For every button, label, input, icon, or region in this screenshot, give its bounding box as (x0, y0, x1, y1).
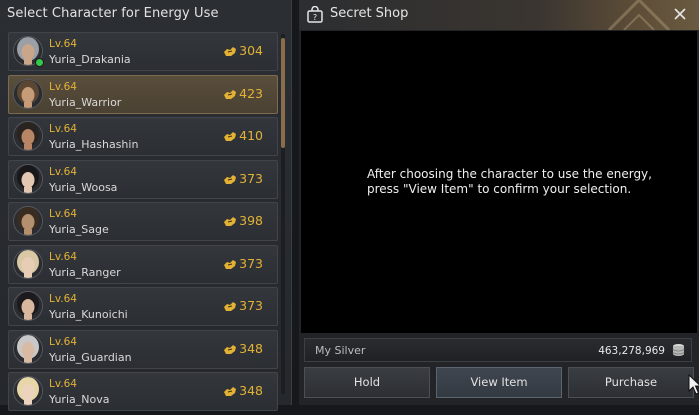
energy-hand-icon (224, 89, 236, 99)
character-level: Lv.64 (49, 335, 77, 348)
character-name: Yuria_Nova (49, 393, 110, 406)
energy-hand-icon (224, 47, 236, 56)
character-level: Lv.64 (49, 378, 77, 390)
character-name: Yuria_Kunoichi (49, 308, 128, 321)
character-name: Yuria_Ranger (49, 265, 121, 279)
shop-content-area: After choosing the character to use the … (301, 31, 697, 333)
character-row-5[interactable]: Lv.64 Yuria_Sage 398 (8, 202, 278, 241)
character-name: Yuria_Drakania (49, 53, 131, 66)
character-name: Yuria_Woosa (49, 180, 118, 194)
energy-hand-icon (224, 259, 236, 269)
window-header: ? Secret Shop (299, 0, 699, 30)
energy-value: 423 (239, 85, 263, 101)
shop-bag-icon: ? (307, 6, 323, 23)
character-level: Lv.64 (49, 165, 77, 178)
character-list: Lv.64 Yuria_Drakania 304 Lv.64 Yuria_War… (8, 32, 278, 415)
scroll-thumb[interactable] (281, 38, 285, 148)
character-portrait (14, 79, 42, 108)
silver-coin-stack-icon (672, 344, 685, 356)
panel-title: Select Character for Energy Use (7, 6, 219, 21)
energy-hand-icon (224, 174, 236, 184)
character-level: Lv.64 (49, 123, 77, 135)
character-level: Lv.64 (49, 80, 77, 93)
character-name: Yuria_Warrior (49, 95, 122, 109)
energy-hand-icon (224, 217, 236, 226)
purchase-button[interactable]: Purchase (568, 367, 694, 398)
secret-shop-window: ? Secret Shop After choosing the charact… (299, 0, 699, 405)
energy-value: 373 (239, 255, 263, 271)
character-row-6[interactable]: Lv.64 Yuria_Ranger 373 (8, 244, 278, 284)
character-portrait (14, 377, 42, 405)
silver-label: My Silver (315, 344, 366, 357)
character-row-3[interactable]: Lv.64 Yuria_Hashashin 410 (8, 117, 278, 156)
energy-value: 348 (239, 383, 263, 398)
energy-value: 373 (239, 170, 263, 186)
character-row-2[interactable]: Lv.64 Yuria_Warrior 423 (8, 74, 278, 114)
character-level: Lv.64 (49, 208, 77, 220)
view-item-button[interactable]: View Item (436, 367, 562, 398)
character-portrait (14, 292, 42, 320)
action-buttons: Hold View Item Purchase (304, 367, 694, 399)
character-name: Yuria_Sage (49, 223, 109, 236)
close-icon[interactable] (671, 5, 689, 23)
instruction-message: After choosing the character to use the … (367, 167, 667, 197)
energy-value: 348 (239, 340, 263, 356)
instruction-line-2: press "View Item" to confirm your select… (367, 182, 632, 196)
character-name: Yuria_Guardian (49, 350, 132, 364)
energy-value: 410 (239, 128, 263, 143)
character-portrait (14, 122, 42, 150)
character-row-7[interactable]: Lv.64 Yuria_Kunoichi 373 (8, 287, 278, 326)
character-portrait (14, 334, 42, 363)
energy-hand-icon (224, 132, 236, 141)
energy-value: 304 (239, 43, 263, 58)
character-portrait (14, 249, 42, 278)
instruction-line-1: After choosing the character to use the … (367, 167, 652, 181)
header-ornament-icon (607, 0, 671, 30)
energy-hand-icon (224, 344, 236, 354)
character-name: Yuria_Hashashin (49, 138, 139, 151)
mouse-cursor-icon (688, 374, 699, 395)
window-title: Secret Shop (330, 6, 409, 21)
character-row-4[interactable]: Lv.64 Yuria_Woosa 373 (8, 159, 278, 199)
character-level: Lv.64 (49, 38, 77, 50)
energy-value: 373 (239, 298, 263, 313)
character-level: Lv.64 (49, 293, 77, 305)
character-row-9[interactable]: Lv.64 Yuria_Nova 348 (8, 372, 278, 411)
energy-value: 398 (239, 213, 263, 228)
hold-button[interactable]: Hold (304, 367, 430, 398)
silver-balance-bar: My Silver 463,278,969 (304, 338, 692, 362)
character-level: Lv.64 (49, 250, 77, 263)
character-portrait (14, 164, 42, 193)
character-row-1[interactable]: Lv.64 Yuria_Drakania 304 (8, 32, 278, 71)
scrollbar[interactable] (281, 34, 285, 394)
silver-value: 463,278,969 (598, 345, 665, 357)
character-row-8[interactable]: Lv.64 Yuria_Guardian 348 (8, 329, 278, 369)
online-indicator (35, 58, 44, 67)
energy-hand-icon (224, 387, 236, 396)
energy-hand-icon (224, 302, 236, 311)
character-portrait (14, 207, 42, 235)
character-select-panel: Select Character for Energy Use Lv.64 Yu… (0, 0, 292, 411)
svg-text:?: ? (313, 13, 317, 22)
